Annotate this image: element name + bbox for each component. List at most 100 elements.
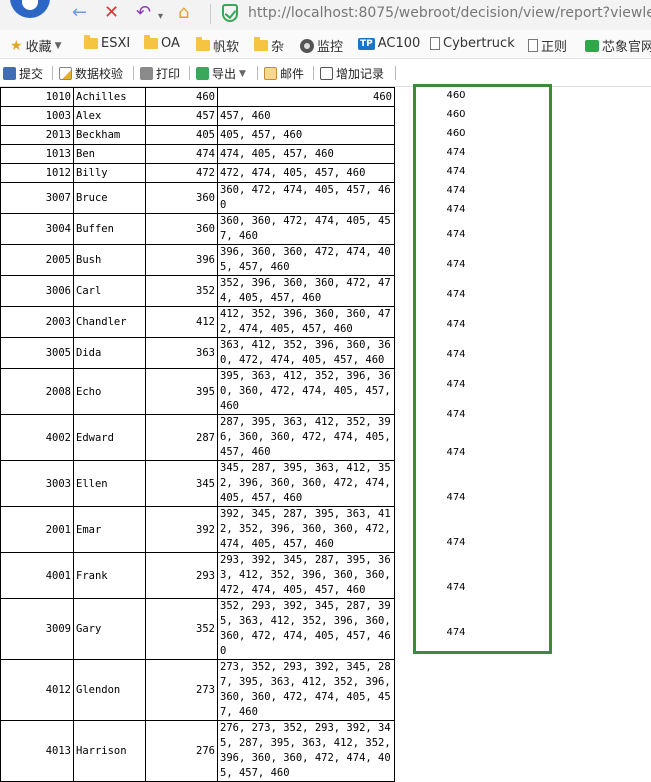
row-id-cell[interactable]: 3004 [0, 213, 74, 245]
row-list-cell[interactable]: 273, 352, 293, 392, 345, 287, 395, 363, … [217, 659, 395, 721]
row-name-cell[interactable]: Dida [73, 337, 146, 369]
row-value-cell[interactable]: 273 [145, 659, 218, 721]
row-list-cell[interactable]: 474, 405, 457, 460 [217, 144, 395, 164]
row-name-cell[interactable]: Emar [73, 506, 146, 553]
row-id-cell[interactable]: 2008 [0, 368, 74, 415]
undo-icon[interactable]: ↶ [136, 2, 151, 24]
bookmark-ac100[interactable]: TP AC100 [358, 36, 420, 51]
row-id-cell[interactable]: 4001 [0, 552, 74, 599]
row-value-cell[interactable]: 363 [145, 337, 218, 369]
row-list-cell[interactable]: 392, 345, 287, 395, 363, 412, 352, 396, … [217, 506, 395, 553]
row-name-cell[interactable]: Buffen [73, 213, 146, 245]
bookmark-favorites[interactable]: ★ 收藏 ▼ [10, 36, 62, 56]
stop-icon[interactable]: ✕ [104, 2, 119, 24]
row-id-cell[interactable]: 2013 [0, 125, 74, 145]
row-name-cell[interactable]: Bush [73, 244, 146, 276]
row-value-cell[interactable]: 460 [145, 87, 218, 107]
secure-shield-icon[interactable] [222, 4, 238, 22]
row-name-cell[interactable]: Glendon [73, 659, 146, 721]
row-name-cell[interactable]: Gary [73, 598, 146, 660]
row-name-cell[interactable]: Edward [73, 414, 146, 461]
row-list-cell[interactable]: 460 [217, 87, 395, 107]
row-name-cell[interactable]: Ellen [73, 460, 146, 507]
row-list-cell[interactable]: 412, 352, 396, 360, 360, 472, 474, 405, … [217, 306, 395, 338]
row-value-cell[interactable]: 345 [145, 460, 218, 507]
row-list-cell[interactable]: 345, 287, 395, 363, 412, 352, 396, 360, … [217, 460, 395, 507]
row-name-cell[interactable]: Ben [73, 144, 146, 164]
bookmark-oa[interactable]: OA [144, 35, 180, 51]
row-name-cell[interactable]: Beckham [73, 125, 146, 145]
row-value-cell[interactable]: 474 [145, 144, 218, 164]
bookmark-cybertruck[interactable]: Cybertruck [430, 36, 515, 51]
row-name-cell[interactable]: Achilles [73, 87, 146, 107]
row-list-cell[interactable]: 276, 273, 352, 293, 392, 345, 287, 395, … [217, 720, 395, 782]
row-name-cell[interactable]: Billy [73, 163, 146, 183]
address-bar[interactable]: http://localhost:8075/webroot/decision/v… [248, 5, 651, 21]
row-id-cell[interactable]: 3005 [0, 337, 74, 369]
row-list-cell[interactable]: 395, 363, 412, 352, 396, 360, 360, 472, … [217, 368, 395, 415]
row-value-cell[interactable]: 472 [145, 163, 218, 183]
back-arrow-icon[interactable]: ← [72, 2, 87, 24]
home-icon[interactable]: ⌂ [178, 2, 189, 24]
row-value-cell[interactable]: 395 [145, 368, 218, 415]
row-name-cell[interactable]: Carl [73, 275, 146, 307]
row-list-cell[interactable]: 457, 460 [217, 106, 395, 126]
row-name-cell[interactable]: Alex [73, 106, 146, 126]
row-value-cell[interactable]: 360 [145, 182, 218, 214]
row-id-cell[interactable]: 1013 [0, 144, 74, 164]
print-button[interactable]: 打印 [140, 65, 180, 82]
row-name-cell[interactable]: Frank [73, 552, 146, 599]
row-value-cell[interactable]: 396 [145, 244, 218, 276]
row-id-cell[interactable]: 1003 [0, 106, 74, 126]
row-list-cell[interactable]: 360, 360, 472, 474, 405, 457, 460 [217, 213, 395, 245]
row-list-cell[interactable]: 293, 392, 345, 287, 395, 363, 412, 352, … [217, 552, 395, 599]
bookmark-regex[interactable]: 正则 [528, 36, 567, 55]
mail-button[interactable]: 邮件 [264, 65, 304, 82]
row-id-cell[interactable]: 3003 [0, 460, 74, 507]
row-id-cell[interactable]: 4002 [0, 414, 74, 461]
row-id-cell[interactable]: 2005 [0, 244, 74, 276]
row-value-cell[interactable]: 352 [145, 598, 218, 660]
row-value-cell[interactable]: 293 [145, 552, 218, 599]
validate-button[interactable]: 数据校验 [59, 65, 123, 82]
row-id-cell[interactable]: 3009 [0, 598, 74, 660]
row-list-cell[interactable]: 363, 412, 352, 396, 360, 360, 472, 474, … [217, 337, 395, 369]
bookmark-monitor[interactable]: 监控 [300, 36, 343, 55]
row-id-cell[interactable]: 1010 [0, 87, 74, 107]
row-list-cell[interactable]: 396, 360, 360, 472, 474, 405, 457, 460 [217, 244, 395, 276]
bookmark-fanruan[interactable]: 帆软 [196, 36, 239, 55]
bookmark-misc[interactable]: 杂 [254, 36, 284, 55]
row-list-cell[interactable]: 287, 395, 363, 412, 352, 396, 360, 360, … [217, 414, 395, 461]
row-value-cell[interactable]: 360 [145, 213, 218, 245]
row-value-cell[interactable]: 405 [145, 125, 218, 145]
row-list-cell[interactable]: 405, 457, 460 [217, 125, 395, 145]
row-name-cell[interactable]: Echo [73, 368, 146, 415]
row-id-cell[interactable]: 2001 [0, 506, 74, 553]
row-id-cell[interactable]: 1012 [0, 163, 74, 183]
add-record-button[interactable]: 增加记录 [320, 65, 384, 82]
bookmark-esxi[interactable]: ESXI [84, 35, 130, 51]
row-value-cell[interactable]: 412 [145, 306, 218, 338]
row-id-cell[interactable]: 2003 [0, 306, 74, 338]
submit-button[interactable]: 提交 [3, 65, 43, 82]
bookmark-xinxiang[interactable]: 芯象官网 [585, 36, 651, 55]
row-value-cell[interactable]: 457 [145, 106, 218, 126]
row-value-cell[interactable]: 287 [145, 414, 218, 461]
row-list-cell[interactable]: 352, 396, 360, 360, 472, 474, 405, 457, … [217, 275, 395, 307]
row-id-cell[interactable]: 3006 [0, 275, 74, 307]
row-id-cell[interactable]: 4012 [0, 659, 74, 721]
row-value-cell[interactable]: 392 [145, 506, 218, 553]
row-name-cell[interactable]: Bruce [73, 182, 146, 214]
export-button[interactable]: 导出 ▼ [196, 65, 246, 82]
row-list-cell[interactable]: 472, 474, 405, 457, 460 [217, 163, 395, 183]
row-id-cell[interactable]: 3007 [0, 182, 74, 214]
browser-logo-icon[interactable] [10, 0, 50, 18]
row-value-cell[interactable]: 352 [145, 275, 218, 307]
row-name-cell[interactable]: Harrison [73, 720, 146, 782]
row-name-cell[interactable]: Chandler [73, 306, 146, 338]
row-list-cell[interactable]: 360, 472, 474, 405, 457, 460 [217, 182, 395, 214]
row-id-cell[interactable]: 4013 [0, 720, 74, 782]
row-list-cell[interactable]: 352, 293, 392, 345, 287, 395, 363, 412, … [217, 598, 395, 660]
row-value-cell[interactable]: 276 [145, 720, 218, 782]
undo-dropdown-icon[interactable]: ▾ [158, 6, 163, 28]
